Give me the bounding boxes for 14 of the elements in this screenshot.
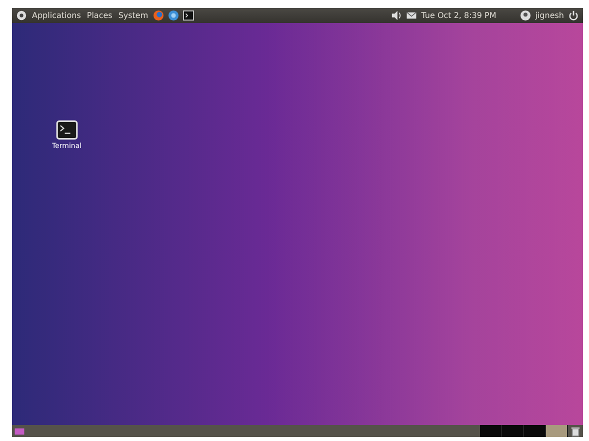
power-icon[interactable]: [568, 10, 579, 21]
menu-item[interactable]: Places: [86, 11, 114, 20]
menu-item[interactable]: Applications: [31, 11, 82, 20]
terminal-icon[interactable]: [183, 10, 194, 21]
user-name[interactable]: jignesh: [535, 11, 564, 20]
speaker-icon[interactable]: [391, 10, 402, 21]
terminal-icon[interactable]: [56, 120, 78, 140]
menu-item[interactable]: System: [117, 11, 150, 20]
browser-icon[interactable]: [153, 10, 164, 21]
trash-icon[interactable]: [570, 426, 581, 436]
help-icon[interactable]: [168, 10, 180, 21]
envelope-icon[interactable]: [406, 10, 418, 21]
workspace-button[interactable]: [546, 425, 568, 437]
clock[interactable]: Tue Oct 2, 8:39 PM: [421, 11, 496, 20]
